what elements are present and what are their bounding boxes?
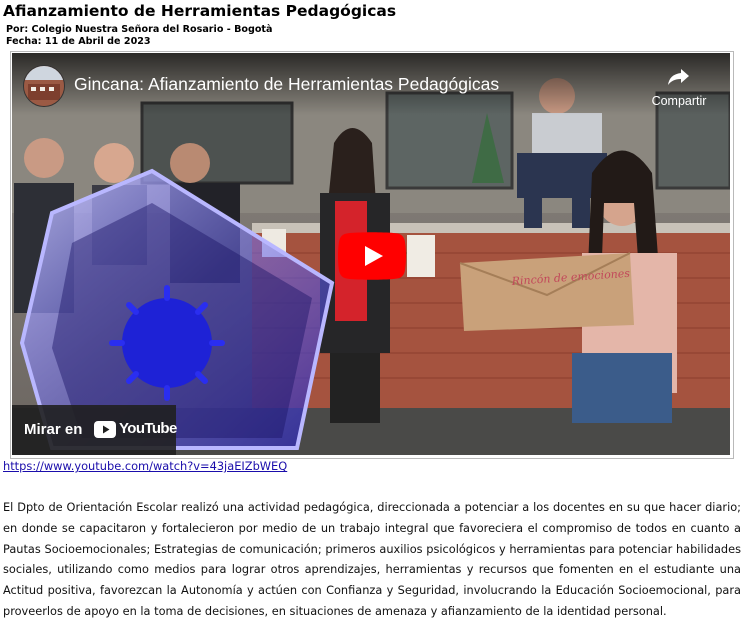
watch-on-youtube-button[interactable]: Mirar en YouTube: [12, 405, 177, 455]
article-body: El Dpto de Orientación Escolar realizó u…: [3, 500, 741, 618]
date-line: Fecha: 11 de Abril de 2023: [6, 36, 151, 47]
play-button[interactable]: [338, 232, 406, 280]
youtube-embed[interactable]: Rincón de emociones Gincana: Afianzamien…: [12, 53, 730, 455]
page-title: Afianzamiento de Herramientas Pedagógica…: [3, 2, 397, 20]
share-button[interactable]: Compartir: [644, 67, 714, 108]
video-title[interactable]: Gincana: Afianzamiento de Herramientas P…: [74, 74, 499, 95]
author-line: Por: Colegio Nuestra Señora del Rosario …: [6, 24, 273, 35]
channel-avatar[interactable]: [23, 65, 65, 107]
share-label: Compartir: [651, 94, 707, 108]
youtube-link[interactable]: https://www.youtube.com/watch?v=43jaEIZb…: [3, 459, 287, 473]
youtube-brand-text: YouTube: [119, 420, 177, 437]
watch-on-label: Mirar en: [24, 421, 83, 438]
virus-graphic: [109, 285, 225, 401]
share-icon: [668, 69, 689, 85]
youtube-logo: YouTube: [94, 420, 177, 444]
